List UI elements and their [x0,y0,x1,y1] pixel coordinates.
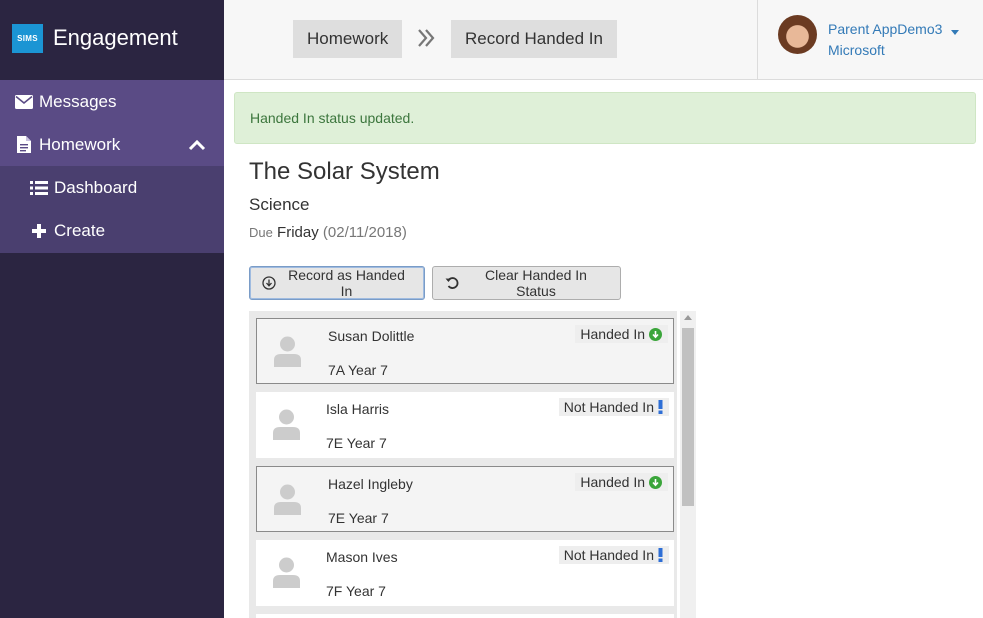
sidebar-item-homework[interactable]: Homework [0,123,224,166]
header: Homework Record Handed In Parent AppDemo… [224,0,983,80]
status-text: Handed In [580,326,645,342]
homework-subject: Science [249,195,310,214]
breadcrumb-homework[interactable]: Homework [293,20,403,58]
person-placeholder-icon [273,484,302,520]
circle-arrow-down-icon [262,276,281,290]
record-handed-in-label: Record as Handed In [288,267,405,299]
person-placeholder-icon [272,557,301,593]
due-date-value: (02/11/2018) [322,224,407,241]
list-icon [30,180,48,195]
caret-down-icon [951,22,960,38]
check-circle-icon [649,327,662,341]
scroll-thumb[interactable] [682,328,694,506]
envelope-icon [15,94,33,109]
status-badge: Handed In [575,325,668,343]
scrollbar[interactable] [680,311,696,618]
sidebar-item-create[interactable]: Create [0,209,224,253]
check-circle-icon [649,475,662,489]
student-name: Susan Dolittle [328,328,415,344]
alert-text: Handed In status updated. [250,110,415,126]
user-menu[interactable]: Parent AppDemo3 Microsoft [757,0,983,79]
status-badge: Not Handed In [558,398,669,416]
success-alert: Handed In status updated. [234,92,976,144]
double-chevron-right-icon [416,26,436,55]
user-name-text: Parent AppDemo3 [828,21,943,37]
student-group: 7E Year 7 [328,510,389,526]
student-card[interactable]: Susan Dolittle 7A Year 7 Handed In [256,318,674,384]
sidebar-item-label: Homework [39,134,121,154]
breadcrumb-record-handed-in[interactable]: Record Handed In [451,20,617,58]
status-text: Handed In [580,474,645,490]
sidebar-item-messages[interactable]: Messages [0,80,224,123]
student-group: 7F Year 7 [326,583,386,599]
sidebar-item-label: Messages [39,91,117,111]
exclamation-icon [658,548,663,562]
student-card[interactable]: Hazel Ingleby 7E Year 7 Handed In [256,466,674,532]
student-name: Isla Harris [326,401,390,417]
undo-icon [445,276,464,290]
status-text: Not Handed In [563,399,654,415]
status-badge: Not Handed In [558,546,669,564]
brand-bar: SIMS Engagement [0,0,224,80]
status-badge: Handed In [575,473,668,491]
student-card[interactable]: Mason Ives 7F Year 7 Not Handed In [256,540,674,606]
document-icon [15,136,33,153]
sidebar-item-label: Dashboard [54,177,138,197]
due-label: Due [249,225,273,240]
scroll-up-arrow[interactable] [684,315,692,320]
page-title: The Solar System [249,158,440,185]
user-name[interactable]: Parent AppDemo3 [828,21,960,38]
sidebar-item-label: Create [54,221,106,240]
clear-handed-in-label: Clear Handed In Status [485,267,587,299]
student-name: Mason Ives [326,549,398,565]
student-card-partial[interactable] [256,614,674,618]
student-name: Hazel Ingleby [328,476,413,492]
clear-handed-in-button[interactable]: Clear Handed In Status [432,266,621,300]
avatar[interactable] [778,15,817,54]
due-date: Due Friday (02/11/2018) [249,224,407,241]
app-name[interactable]: Engagement [53,25,178,51]
record-handed-in-button[interactable]: Record as Handed In [249,266,425,300]
due-day: Friday [277,224,319,241]
sidebar-nav: Messages Homework Dashboard Create [0,80,224,253]
student-group: 7A Year 7 [328,362,388,378]
student-card[interactable]: Isla Harris 7E Year 7 Not Handed In [256,392,674,458]
chevron-up-icon[interactable] [188,136,206,156]
status-text: Not Handed In [563,547,654,563]
user-org: Microsoft [828,42,885,58]
sims-logo: SIMS [12,24,43,53]
student-group: 7E Year 7 [326,435,387,451]
person-placeholder-icon [273,336,302,372]
plus-icon [30,224,48,238]
exclamation-icon [658,400,663,414]
sidebar-item-dashboard[interactable]: Dashboard [0,166,224,209]
person-placeholder-icon [272,409,301,445]
